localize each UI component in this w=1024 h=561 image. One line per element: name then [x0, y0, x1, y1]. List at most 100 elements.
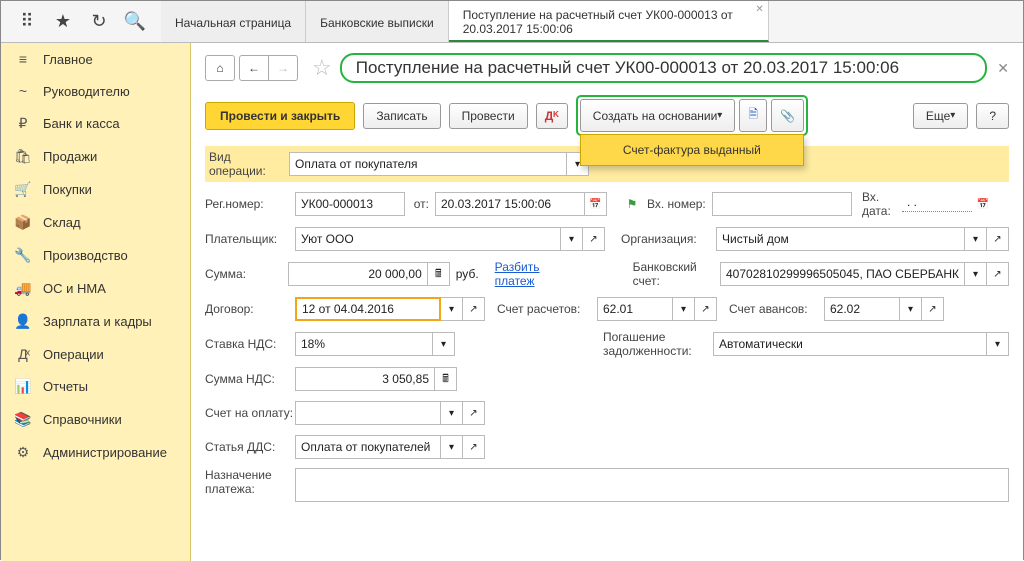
sidebar-item-main[interactable]: ≡Главное	[1, 43, 190, 75]
box-icon: 📦	[13, 214, 33, 231]
chevron-down-icon[interactable]: ▾	[673, 297, 695, 321]
pay-acc-field[interactable]	[295, 401, 441, 425]
ext-date-field[interactable]: . .	[902, 192, 972, 212]
tab-label: Поступление на расчетный счет УК00-00001…	[463, 8, 754, 36]
calculator-icon[interactable]: 🖩	[428, 262, 450, 286]
tab-home[interactable]: Начальная страница	[161, 1, 306, 42]
print-icon[interactable]: 🗎	[739, 99, 767, 132]
wrench-icon: 🔧	[13, 247, 33, 264]
sidebar-item-admin[interactable]: ⚙Администрирование	[1, 436, 190, 469]
forward-button[interactable]: →	[268, 55, 298, 81]
sidebar-item-operations[interactable]: ДͯОперации	[1, 338, 190, 370]
postings-icon[interactable]: Дᴷ	[536, 103, 568, 129]
post-button[interactable]: Провести	[449, 103, 528, 129]
sum-field[interactable]: 20 000,00	[288, 262, 428, 286]
sidebar-item-catalog[interactable]: 📚Справочники	[1, 403, 190, 436]
open-icon[interactable]: ↗	[583, 227, 605, 251]
vat-sum-field[interactable]: 3 050,85	[295, 367, 435, 391]
chevron-down-icon[interactable]: ▾	[561, 227, 583, 251]
dropdown-menu: Счет-фактура выданный	[580, 134, 804, 166]
chevron-down-icon[interactable]: ▾	[987, 332, 1009, 356]
open-icon[interactable]: ↗	[987, 227, 1009, 251]
bank-acc-field[interactable]: 40702810299996505045, ПАО СБЕРБАНК	[720, 262, 965, 286]
history-icon[interactable]: ↻	[87, 10, 111, 34]
sidebar-item-purchase[interactable]: 🛒 Покупки	[1, 173, 190, 206]
date-field[interactable]: 20.03.2017 15:00:06	[435, 192, 585, 216]
open-icon[interactable]: ↗	[987, 262, 1009, 286]
tab-receipt[interactable]: Поступление на расчетный счет УК00-00001…	[449, 1, 769, 42]
close-icon[interactable]: ✕	[997, 60, 1009, 77]
back-button[interactable]: ←	[239, 55, 269, 81]
post-and-close-button[interactable]: Провести и закрыть	[205, 102, 355, 130]
sidebar-item-assets[interactable]: 🚚ОС и НМА	[1, 272, 190, 305]
main-header: ⌂ ← → ☆ Поступление на расчетный счет УК…	[191, 43, 1023, 89]
reg-no-field[interactable]: УК00-000013	[295, 192, 405, 216]
search-icon[interactable]: 🔍	[123, 10, 147, 34]
chevron-down-icon[interactable]: ▾	[965, 262, 987, 286]
create-based-group: Создать на основании 🗎 📎 Счет-фактура вы…	[576, 95, 808, 136]
dropdown-item-invoice[interactable]: Счет-фактура выданный	[595, 143, 789, 157]
purpose-field[interactable]	[295, 468, 1009, 502]
contract-field[interactable]: 12 от 04.04.2016	[295, 297, 441, 321]
op-type-field[interactable]: Оплата от покупателя	[289, 152, 567, 176]
op-type-label: Вид операции:	[209, 150, 289, 178]
calendar-icon[interactable]: 📅	[972, 192, 994, 216]
home-button[interactable]: ⌂	[205, 55, 235, 81]
sidebar-item-manager[interactable]: ~Руководителю	[1, 75, 190, 107]
open-icon[interactable]: ↗	[463, 435, 485, 459]
dds-label: Статья ДДС:	[205, 440, 295, 454]
dds-field[interactable]: Оплата от покупателей	[295, 435, 441, 459]
open-icon[interactable]: ↗	[463, 401, 485, 425]
attach-icon[interactable]: 📎	[771, 99, 804, 132]
sidebar-item-label: ОС и НМА	[43, 281, 106, 296]
ext-no-field[interactable]	[712, 192, 852, 216]
sidebar-item-label: Отчеты	[43, 379, 88, 394]
sidebar-item-reports[interactable]: 📊Отчеты	[1, 370, 190, 403]
advance-acc-field[interactable]: 62.02	[824, 297, 900, 321]
open-icon[interactable]: ↗	[695, 297, 717, 321]
create-based-button[interactable]: Создать на основании	[580, 99, 736, 132]
open-icon[interactable]: ↗	[922, 297, 944, 321]
sidebar-item-label: Главное	[43, 52, 93, 67]
sidebar-item-bank[interactable]: ₽Банк и касса	[1, 107, 190, 140]
ext-no-label: Вх. номер:	[647, 197, 712, 211]
chevron-down-icon[interactable]: ▾	[441, 297, 463, 321]
chevron-down-icon[interactable]: ▾	[965, 227, 987, 251]
favorite-icon[interactable]: ☆	[312, 55, 332, 81]
sidebar-item-salary[interactable]: 👤Зарплата и кадры	[1, 305, 190, 338]
split-payment-link[interactable]: Разбить платеж	[495, 260, 576, 288]
payer-field[interactable]: Уют ООО	[295, 227, 561, 251]
vat-rate-field[interactable]: 18%	[295, 332, 433, 356]
chevron-down-icon[interactable]: ▾	[441, 435, 463, 459]
vat-rate-label: Ставка НДС:	[205, 337, 295, 351]
chevron-down-icon[interactable]: ▾	[441, 401, 463, 425]
settle-acc-field[interactable]: 62.01	[597, 297, 673, 321]
sidebar-item-label: Покупки	[43, 182, 92, 197]
debt-field[interactable]: Автоматически	[713, 332, 987, 356]
help-button[interactable]: ?	[976, 103, 1009, 129]
star-icon[interactable]: ★	[51, 10, 75, 34]
posting-icon: Дͯ	[13, 346, 33, 362]
pay-acc-label: Счет на оплату:	[205, 406, 295, 420]
close-icon[interactable]: ✕	[755, 4, 763, 15]
status-flag-icon: ⚑	[623, 197, 641, 211]
tab-bank-statements[interactable]: Банковские выписки	[306, 1, 449, 42]
ruble-icon: ₽	[13, 115, 33, 132]
tabs: Начальная страница Банковские выписки По…	[161, 1, 1023, 42]
chevron-down-icon[interactable]: ▾	[900, 297, 922, 321]
save-button[interactable]: Записать	[363, 103, 440, 129]
open-icon[interactable]: ↗	[463, 297, 485, 321]
sidebar-item-warehouse[interactable]: 📦Склад	[1, 206, 190, 239]
sidebar-item-sales[interactable]: 🛍Продажи	[1, 140, 190, 173]
sidebar-item-label: Руководителю	[43, 84, 130, 99]
chevron-down-icon[interactable]: ▾	[433, 332, 455, 356]
tab-label: Начальная страница	[175, 16, 291, 30]
apps-icon[interactable]: ⠿	[15, 10, 39, 34]
org-field[interactable]: Чистый дом	[716, 227, 965, 251]
more-button[interactable]: Еще	[913, 103, 968, 129]
calendar-icon[interactable]: 📅	[585, 192, 607, 216]
sidebar-item-label: Администрирование	[43, 445, 167, 460]
sidebar-item-production[interactable]: 🔧Производство	[1, 239, 190, 272]
calculator-icon[interactable]: 🖩	[435, 367, 457, 391]
cart-icon: 🛒	[13, 181, 33, 198]
